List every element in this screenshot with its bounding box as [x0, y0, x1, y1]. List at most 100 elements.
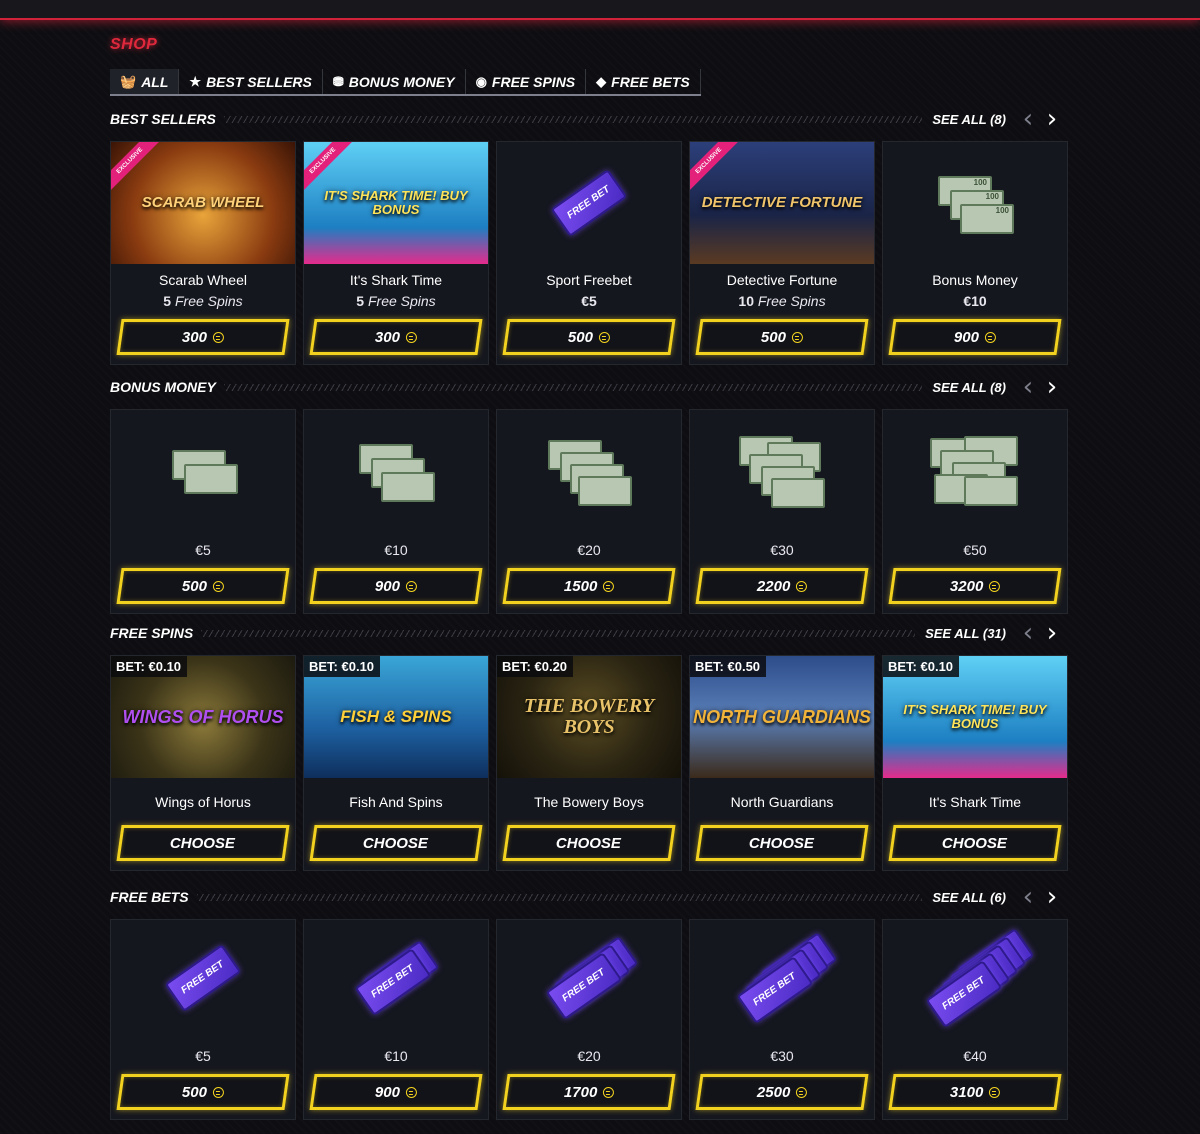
buy-button[interactable]: 1500	[502, 568, 676, 604]
product-value: €5	[195, 542, 211, 558]
product-detail: 10 Free Spins	[738, 293, 826, 309]
chevron-right-icon[interactable]: ›	[1040, 884, 1064, 910]
game-name: It's Shark Time	[928, 794, 1022, 810]
section-title: FREE SPINS	[110, 625, 194, 641]
bill	[184, 464, 238, 494]
see-all-link[interactable]: SEE ALL (31)	[925, 626, 1006, 641]
buy-button[interactable]: 1700	[502, 1074, 676, 1110]
tab-bonus-money[interactable]: ⛃ BONUS MONEY	[323, 69, 466, 94]
chevron-left-icon[interactable]: ‹	[1016, 374, 1040, 400]
coin-icon	[791, 331, 803, 343]
see-all-link[interactable]: SEE ALL (8)	[932, 380, 1006, 395]
divider	[223, 383, 923, 391]
money-stack-icon	[544, 436, 634, 506]
tab-label: BONUS MONEY	[348, 73, 455, 90]
buy-button[interactable]: 3100	[888, 1074, 1062, 1110]
top-bar	[0, 0, 1200, 20]
buy-button[interactable]: 500	[116, 1074, 290, 1110]
thumbnail-logo: IT'S SHARK TIME! BUY BONUS	[903, 702, 1047, 731]
game-card[interactable]: BET: €0.20 THE BOWERY BOYS The Bowery Bo…	[496, 655, 682, 871]
tab-best-sellers[interactable]: ★ BEST SELLERS	[179, 69, 323, 94]
bet-badge: BET: €0.10	[304, 656, 381, 677]
choose-button[interactable]: CHOOSE	[502, 825, 676, 861]
product-card[interactable]: €20 1500	[496, 409, 682, 614]
bill	[964, 476, 1018, 506]
choose-button[interactable]: CHOOSE	[309, 825, 483, 861]
product-name: Scarab Wheel	[159, 272, 247, 288]
exclusive-ribbon: EXCLUSIVE	[111, 142, 167, 198]
product-card[interactable]: FREE BET €10 900	[303, 919, 489, 1120]
tab-all[interactable]: 🧺 ALL	[110, 69, 180, 94]
product-detail: 5 Free Spins	[356, 293, 436, 309]
product-card[interactable]: FREE BET €20 1700	[496, 919, 682, 1120]
product-value: €10	[384, 1048, 408, 1064]
bill	[381, 472, 435, 502]
game-card[interactable]: BET: €0.10 FISH & SPINS Fish And Spins C…	[303, 655, 489, 871]
buy-button[interactable]: 500	[502, 319, 676, 355]
buy-button[interactable]: 900	[309, 1074, 483, 1110]
buy-button[interactable]: 900	[888, 319, 1062, 355]
freebet-thumbnail: FREE BET	[111, 920, 295, 1038]
choose-button[interactable]: CHOOSE	[888, 825, 1062, 861]
money-stack-icon	[351, 436, 441, 506]
game-card[interactable]: BET: €0.50 NORTH GUARDIANS North Guardia…	[689, 655, 875, 871]
see-all-link[interactable]: SEE ALL (6)	[932, 890, 1006, 905]
ticket-stack-icon: FREE BET	[732, 931, 838, 1025]
product-card[interactable]: FREE BET €30 2500	[689, 919, 875, 1120]
product-value: €5	[195, 1048, 211, 1064]
product-value: €50	[963, 542, 987, 558]
coin-icon	[405, 331, 417, 343]
chevron-left-icon[interactable]: ‹	[1016, 106, 1040, 132]
product-name: Detective Fortune	[726, 272, 838, 288]
product-card[interactable]: €5 500	[110, 409, 296, 614]
product-card[interactable]: FREE BET €40 3100	[882, 919, 1068, 1120]
buy-button[interactable]: 2200	[695, 568, 869, 604]
buy-button[interactable]: 2500	[695, 1074, 869, 1110]
buy-button[interactable]: 900	[309, 568, 483, 604]
buy-button[interactable]: 500	[116, 568, 290, 604]
chevron-right-icon[interactable]: ›	[1040, 620, 1064, 646]
buy-button[interactable]: 3200	[888, 568, 1062, 604]
chevron-left-icon[interactable]: ‹	[1016, 884, 1040, 910]
product-card[interactable]: €30 2200	[689, 409, 875, 614]
coin-icon	[602, 1086, 614, 1098]
product-card[interactable]: €50 3200	[882, 409, 1068, 614]
section-header: BEST SELLERS SEE ALL (8) ‹ ›	[110, 106, 1064, 132]
bill	[578, 476, 632, 506]
tab-free-spins[interactable]: ◉ FREE SPINS	[466, 69, 587, 94]
thumbnail-logo: FISH & SPINS	[340, 707, 452, 727]
product-card[interactable]: FREE BET €5 500	[110, 919, 296, 1120]
product-card[interactable]: EXCLUSIVE DETECTIVE FORTUNE Detective Fo…	[689, 141, 875, 365]
see-all-link[interactable]: SEE ALL (8)	[932, 112, 1006, 127]
money-thumbnail	[690, 410, 874, 532]
product-card[interactable]: EXCLUSIVE IT'S SHARK TIME! BUY BONUS It'…	[303, 141, 489, 365]
tab-label: ALL	[141, 73, 169, 90]
buy-button[interactable]: 300	[116, 319, 290, 355]
divider	[201, 629, 916, 637]
choose-button[interactable]: CHOOSE	[695, 825, 869, 861]
chevron-right-icon[interactable]: ›	[1040, 374, 1064, 400]
money-thumbnail	[304, 410, 488, 532]
buy-button[interactable]: 500	[695, 319, 869, 355]
tab-label: BEST SELLERS	[206, 73, 312, 90]
tab-free-bets[interactable]: ◆ FREE BETS	[586, 69, 701, 94]
product-card[interactable]: 100 100 100 Bonus Money €10 900	[882, 141, 1068, 365]
section-title: FREE BETS	[110, 889, 189, 905]
product-card[interactable]: EXCLUSIVE SCARAB WHEEL Scarab Wheel 5 Fr…	[110, 141, 296, 365]
divider	[196, 893, 923, 901]
game-card[interactable]: BET: €0.10 IT'S SHARK TIME! BUY BONUS It…	[882, 655, 1068, 871]
product-card[interactable]: €10 900	[303, 409, 489, 614]
game-card[interactable]: BET: €0.10 WINGS OF HORUS Wings of Horus…	[110, 655, 296, 871]
thumbnail-logo: NORTH GUARDIANS	[693, 706, 871, 727]
buy-button[interactable]: 300	[309, 319, 483, 355]
product-card[interactable]: FREE BET Sport Freebet €5 500	[496, 141, 682, 365]
chevron-left-icon[interactable]: ‹	[1016, 620, 1040, 646]
chevron-right-icon[interactable]: ›	[1040, 106, 1064, 132]
bet-badge: BET: €0.10	[883, 656, 960, 677]
choose-button[interactable]: CHOOSE	[116, 825, 290, 861]
coin-icon	[795, 580, 807, 592]
free-bets-section: FREE BETS SEE ALL (6) ‹ › FREE BET €5 50…	[110, 884, 1068, 1120]
product-value: €20	[577, 1048, 601, 1064]
money-stack-icon	[158, 436, 248, 506]
ticket-icon: ◆	[596, 73, 607, 89]
